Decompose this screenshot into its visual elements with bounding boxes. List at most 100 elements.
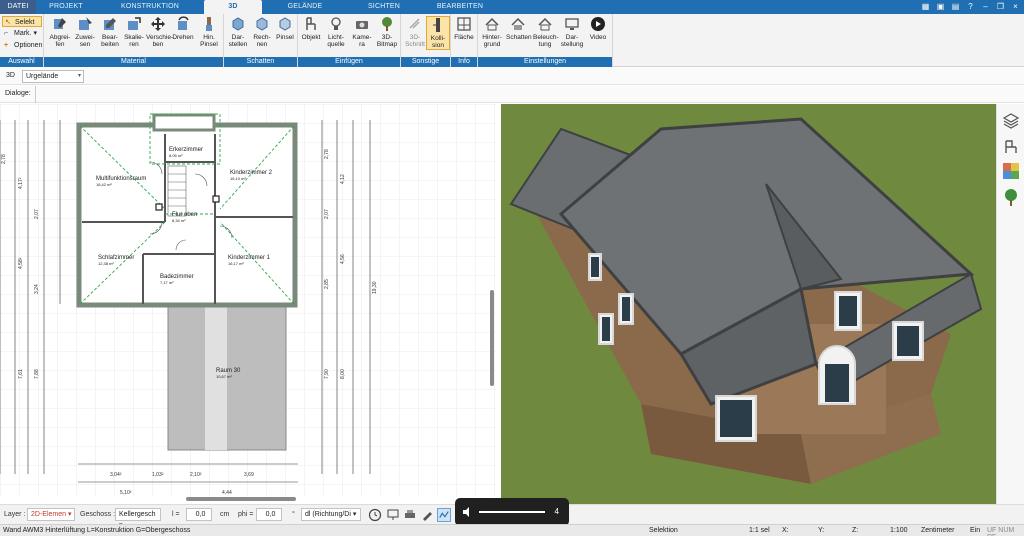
geschoss-select[interactable]: Kellergesch ▾ [115, 508, 161, 529]
dim-bottom-4: 3,69 [244, 472, 254, 478]
video-button[interactable]: Video [586, 16, 610, 41]
group-sonstige: 3D- Schnitt Kolli-sion Sonstige [401, 14, 451, 67]
length-input[interactable]: 0,0 [186, 508, 212, 521]
house-3d-render [501, 104, 996, 504]
dim-right-8: 19,30 [372, 281, 378, 294]
layer-select[interactable]: 2D-Elemen ▾ [27, 508, 75, 521]
group-schatten: Dar-stellen Rech-nen Pinsel Schatten [224, 14, 298, 67]
toolbar-icon-3[interactable]: ▤ [951, 2, 960, 11]
dim-left-7: 7,88 [34, 369, 40, 379]
drehen-button[interactable]: Drehen [171, 16, 195, 41]
status-flags: UF NUM RF [987, 527, 1015, 536]
mark-button[interactable]: ⌐ Mark. ▾ [2, 28, 37, 39]
status-y: Y: [818, 527, 825, 534]
bearbeiten-button[interactable]: Bear-beiten [98, 16, 122, 48]
schatten-pinsel-button[interactable]: Pinsel [273, 16, 297, 41]
group-label-auswahl: Auswahl [0, 57, 43, 67]
status-ratio: 1:100 [890, 527, 908, 534]
group-label-einstellungen: Einstellungen [478, 57, 612, 67]
lichtquelle-button[interactable]: Licht-quelle [324, 16, 348, 48]
minimize-icon[interactable]: – [981, 2, 990, 11]
abgreifen-button[interactable]: Abgrei-fen [48, 16, 72, 48]
zuweisen-button[interactable]: Zuwei-sen [73, 16, 97, 48]
volume-slider[interactable] [479, 511, 545, 513]
tab-konstruktion[interactable]: KONSTRUKTION [96, 0, 204, 14]
room-badezimmer-area: 7,17 m² [160, 280, 174, 285]
room-flur-oben-area: 8,34 m² [172, 218, 186, 223]
chair-icon[interactable] [1002, 138, 1020, 156]
plan-horizontal-scrollbar[interactable] [186, 497, 296, 501]
edit-tool-icon[interactable] [420, 508, 434, 522]
einstellungen-schatten-button[interactable]: Schatten [506, 16, 532, 41]
phi-input[interactable]: 0,0 [256, 508, 282, 521]
help-icon[interactable]: ? [966, 2, 975, 11]
layer-label: Layer : [4, 511, 26, 518]
room-kinderzimmer2-area: 16,10 m² [230, 176, 246, 181]
presentation-icon[interactable] [386, 508, 400, 522]
hin-pinsel-button[interactable]: Hin. Pinsel [197, 16, 221, 48]
speaker-icon[interactable] [462, 506, 472, 518]
group-material: Abgrei-fen Zuwei-sen Bear-beiten Skalie-… [44, 14, 224, 67]
snap-toggle-icon[interactable] [437, 508, 451, 522]
schatten-darstellen-button[interactable]: Dar-stellen [226, 16, 250, 48]
cube-shadow-icon [232, 17, 244, 31]
verschieben-button[interactable]: Verschie-ben [146, 16, 173, 48]
volume-overlay: 4 [455, 498, 569, 526]
ribbon: ↖ Selekt ⌐ Mark. ▾ + Optionen Auswahl Ab… [0, 14, 1024, 67]
toolbar-icon-1[interactable]: ▦ [921, 2, 930, 11]
3d-schnitt-button[interactable]: 3D- Schnitt [403, 16, 427, 48]
tab-bearbeiten[interactable]: BEARBEITEN [420, 0, 500, 14]
clock-icon[interactable] [368, 508, 382, 522]
monitor-icon [565, 18, 579, 30]
dim-right-4: 4,56 [340, 254, 346, 264]
direction-select[interactable]: dl (Richtung/Di ▾ [301, 508, 361, 521]
close-icon[interactable]: × [1011, 2, 1020, 11]
view-mode-label: 3D [6, 72, 15, 79]
edit-material-icon [104, 18, 116, 30]
status-ein: Ein [970, 527, 981, 534]
tab-3d[interactable]: 3D [204, 0, 262, 14]
volume-level: 4 [554, 507, 559, 516]
collision-icon [433, 18, 440, 32]
beleuchtung-button[interactable]: Beleuch-tung [533, 16, 559, 48]
hintergrund-button[interactable]: Hinter-grund [480, 16, 504, 48]
schatten-rechnen-button[interactable]: Rech-nen [250, 16, 274, 48]
room-multifunktionsraum-area: 18,42 m² [96, 182, 112, 187]
chimney-marker [212, 195, 220, 203]
plan-vertical-scrollbar[interactable] [490, 290, 494, 386]
phi-label: phi = [238, 511, 254, 518]
objekt-button[interactable]: Objekt [299, 16, 323, 41]
tree-icon[interactable] [1002, 188, 1020, 206]
group-label-einfuegen: Einfügen [298, 57, 400, 67]
floor-plan-view[interactable]: 2,78 4,17² 2,07 4,58² 3,24 7,61 7,88 2,7… [0, 104, 497, 497]
room-schlafzimmer-area: 12,38 m² [98, 261, 114, 266]
optionen-button[interactable]: + Optionen [2, 40, 42, 51]
dim-left-2: 4,17² [18, 177, 24, 189]
dim-right-1: 2,78 [324, 149, 330, 159]
tab-sichten[interactable]: SICHTEN [348, 0, 420, 14]
textures-icon[interactable] [1002, 162, 1020, 180]
shaft-marker [155, 203, 163, 211]
dim-right-5: 2,85 [324, 279, 330, 289]
group-einstellungen: Hinter-grund Schatten Beleuch-tung Dar-s… [478, 14, 613, 67]
3d-bitmap-button[interactable]: 3D- Bitmap [375, 16, 399, 48]
restore-icon[interactable]: ❐ [996, 2, 1005, 11]
print-icon[interactable] [403, 508, 417, 522]
tab-gelaende[interactable]: GELÄNDE [262, 0, 348, 14]
darstellung-button[interactable]: Dar-stellung [560, 16, 584, 48]
kamera-button[interactable]: Kame-ra [350, 16, 374, 48]
3d-view[interactable] [501, 104, 996, 504]
tree-icon [382, 17, 392, 31]
chevron-down-icon: ▾ [77, 73, 81, 79]
toolbar-icon-2[interactable]: ▣ [936, 2, 945, 11]
bay-window-walls[interactable] [152, 113, 216, 132]
terrain-select[interactable]: Urgelände ▾ [22, 70, 84, 83]
skalieren-button[interactable]: Skalie-ren [122, 16, 146, 48]
group-einfuegen: Objekt Licht-quelle Kame-ra 3D- Bitmap Ei… [298, 14, 401, 67]
selekt-button[interactable]: ↖ Selekt [2, 16, 42, 27]
layers-icon[interactable] [1002, 112, 1020, 130]
kollision-button[interactable]: Kolli-sion [426, 16, 450, 50]
tab-projekt[interactable]: PROJEKT [36, 0, 96, 14]
flaeche-button[interactable]: Fläche [452, 16, 476, 41]
tab-datei[interactable]: DATEI [0, 0, 36, 14]
